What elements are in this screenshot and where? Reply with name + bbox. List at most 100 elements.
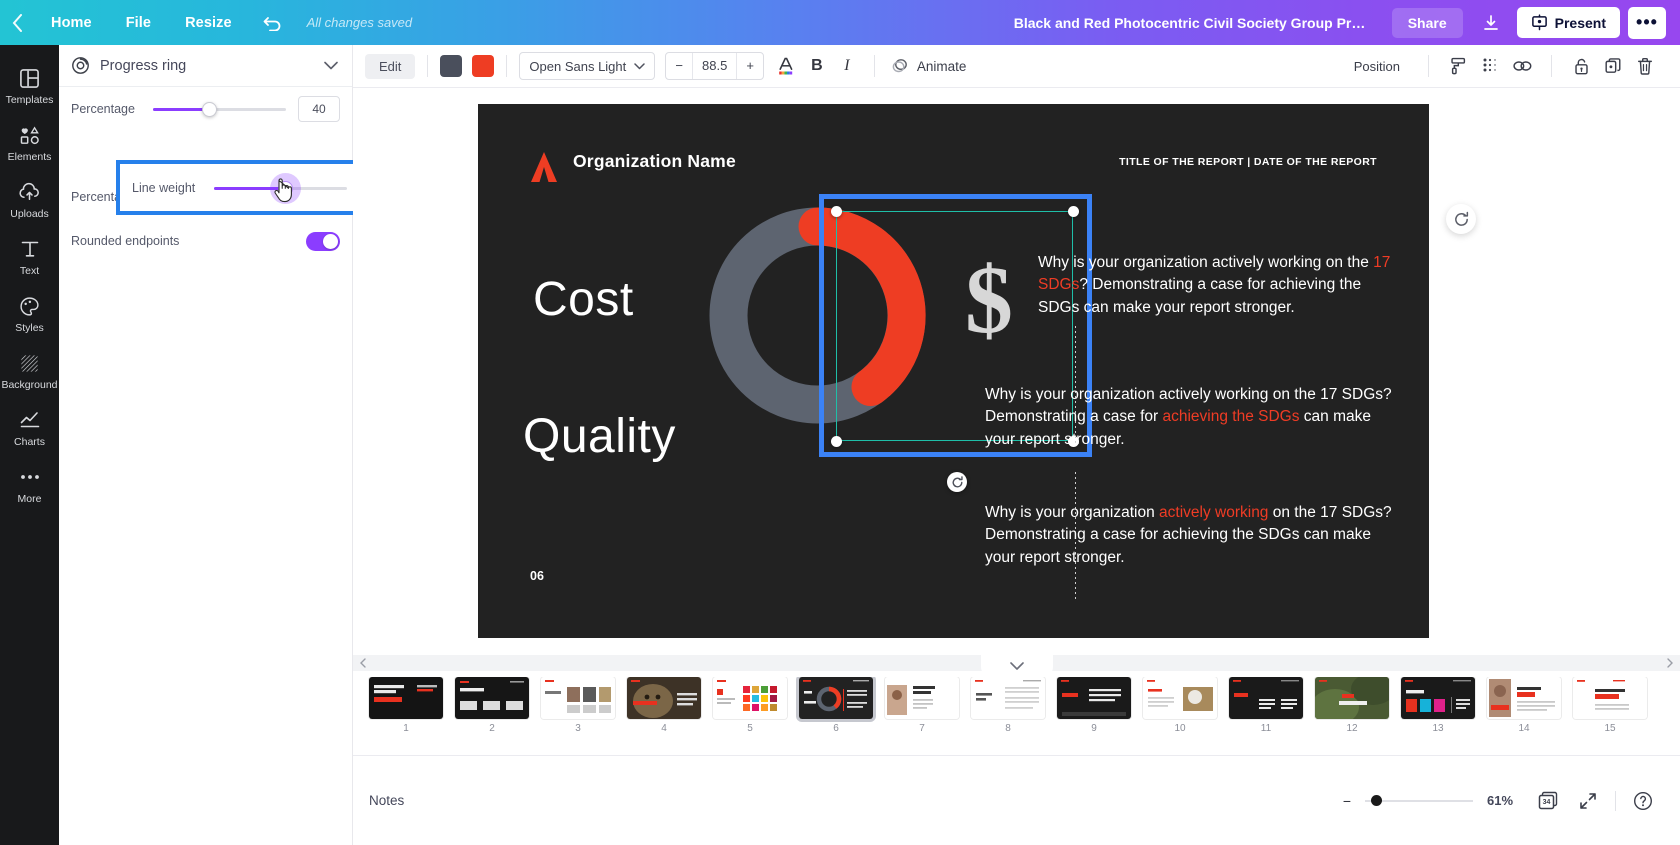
thumbnail-slide-14[interactable]: 14	[1483, 677, 1565, 734]
refresh-button[interactable]	[1446, 204, 1476, 234]
more-options-button[interactable]: •••	[1628, 6, 1666, 39]
zoom-slider-knob[interactable]	[1371, 794, 1382, 806]
undo-button[interactable]	[249, 0, 297, 45]
thumbnail-slide-7[interactable]: 7	[881, 677, 963, 734]
thumbnail-slide-5[interactable]: 5	[709, 677, 791, 734]
chevron-down-icon[interactable]	[324, 61, 338, 70]
collapse-strip-button[interactable]	[980, 655, 1053, 677]
text-block-3[interactable]: Why is your organization actively workin…	[985, 502, 1405, 569]
thumbnail-image[interactable]	[1057, 677, 1131, 719]
rail-label: Templates	[5, 94, 54, 106]
resize-handle-top-right[interactable]	[1068, 206, 1079, 217]
thumbnail-image[interactable]	[1229, 677, 1303, 719]
paint-roller-icon[interactable]	[1443, 51, 1473, 81]
percentage-slider[interactable]	[153, 100, 286, 118]
thumbnail-slide-15[interactable]: 15	[1569, 677, 1651, 734]
position-button[interactable]: Position	[1340, 59, 1414, 74]
thumbnail-image[interactable]	[1143, 677, 1217, 719]
thumbnail-image[interactable]	[799, 677, 873, 719]
help-question-icon[interactable]	[1630, 788, 1656, 814]
thumbnail-image[interactable]	[1315, 677, 1389, 719]
text-color-swatch[interactable]	[440, 55, 463, 77]
thumbnail-image[interactable]	[369, 677, 443, 719]
rail-item-styles[interactable]: Styles	[0, 285, 59, 342]
bold-button[interactable]: B	[802, 51, 832, 81]
page-count-icon[interactable]: 34	[1535, 788, 1561, 814]
thumbnail-slide-13[interactable]: 13	[1397, 677, 1479, 734]
font-size-stepper[interactable]: − 88.5 +	[665, 52, 764, 80]
cost-label[interactable]: Cost	[533, 272, 634, 327]
edit-button[interactable]: Edit	[365, 53, 416, 79]
share-button[interactable]: Share	[1391, 7, 1463, 38]
thumbnail-image[interactable]	[1401, 677, 1475, 719]
home-menu[interactable]: Home	[34, 0, 109, 45]
duplicate-icon[interactable]	[1598, 51, 1628, 81]
expand-arrows-icon[interactable]	[1575, 788, 1601, 814]
rail-item-charts[interactable]: Charts	[0, 399, 59, 456]
thumbnail-image[interactable]	[627, 677, 701, 719]
font-size-value[interactable]: 88.5	[692, 53, 738, 79]
text-color-A-icon[interactable]	[772, 51, 802, 81]
thumbnail-slide-8[interactable]: 8	[967, 677, 1049, 734]
rail-item-elements[interactable]: Elements	[0, 114, 59, 171]
slide-canvas[interactable]: Organization Name TITLE OF THE REPORT | …	[478, 104, 1429, 638]
italic-button[interactable]: I	[832, 51, 862, 81]
download-button[interactable]	[1471, 6, 1511, 40]
thumbnail-slide-3[interactable]: 3	[537, 677, 619, 734]
progress-ring-graphic[interactable]	[698, 196, 937, 435]
rail-item-uploads[interactable]: Uploads	[0, 171, 59, 228]
rail-item-background[interactable]: Background	[0, 342, 59, 399]
thumbnail-image[interactable]	[1487, 677, 1561, 719]
quality-label[interactable]: Quality	[523, 409, 676, 464]
animate-button[interactable]: Animate	[891, 57, 966, 75]
line-weight-slider[interactable]	[214, 179, 347, 197]
strip-scroll-right-icon[interactable]	[1666, 658, 1674, 668]
percentage-value[interactable]: 40	[298, 96, 340, 122]
document-title[interactable]: Black and Red Photocentric Civil Society…	[1014, 15, 1374, 31]
line-weight-slider-knob[interactable]	[277, 180, 293, 196]
charts-line-icon	[19, 408, 41, 432]
thumbnail-slide-9[interactable]: 9	[1053, 677, 1135, 734]
back-button[interactable]	[0, 0, 34, 45]
thumbnail-image[interactable]	[971, 677, 1045, 719]
present-button[interactable]: Present	[1516, 7, 1620, 38]
rail-item-templates[interactable]: Templates	[0, 57, 59, 114]
thumbnail-slide-11[interactable]: 11	[1225, 677, 1307, 734]
text-block-2[interactable]: Why is your organization actively workin…	[985, 384, 1405, 451]
thumbnail-slide-12[interactable]: 12	[1311, 677, 1393, 734]
thumbnail-slide-1[interactable]: 1	[365, 677, 447, 734]
rotate-handle-icon[interactable]	[947, 472, 967, 492]
thumbnail-slide-6[interactable]: 6	[795, 677, 877, 734]
font-size-increase[interactable]: +	[737, 53, 763, 79]
trash-icon[interactable]	[1630, 51, 1660, 81]
design-canvas-area: Organization Name TITLE OF THE REPORT | …	[353, 88, 1680, 704]
rail-item-text[interactable]: Text	[0, 228, 59, 285]
transparency-icon[interactable]	[1475, 51, 1505, 81]
strip-scroll-left-icon[interactable]	[359, 658, 367, 668]
zoom-out-button[interactable]: −	[1343, 793, 1351, 809]
resize-handle-top-left[interactable]	[831, 206, 842, 217]
thumbnail-number: 3	[575, 723, 581, 734]
thumbnail-image[interactable]	[885, 677, 959, 719]
fill-color-swatch[interactable]	[472, 55, 495, 77]
zoom-slider[interactable]	[1365, 794, 1473, 808]
thumbnail-image[interactable]	[1573, 677, 1647, 719]
font-size-decrease[interactable]: −	[666, 53, 692, 79]
thumbnail-slide-2[interactable]: 2	[451, 677, 533, 734]
notes-button[interactable]: Notes	[369, 793, 404, 808]
thumbnail-image[interactable]	[713, 677, 787, 719]
text-block-1[interactable]: Why is your organization actively workin…	[1038, 252, 1398, 319]
file-menu[interactable]: File	[109, 0, 168, 45]
rounded-endpoints-toggle[interactable]	[306, 231, 340, 251]
thumbnail-image[interactable]	[455, 677, 529, 719]
thumbnail-image[interactable]	[541, 677, 615, 719]
link-icon[interactable]	[1507, 51, 1537, 81]
rail-item-more[interactable]: More	[0, 456, 59, 513]
thumbnail-slide-4[interactable]: 4	[623, 677, 705, 734]
lock-icon[interactable]	[1566, 51, 1596, 81]
font-family-select[interactable]: Open Sans Light	[519, 52, 656, 80]
thumbnail-slide-10[interactable]: 10	[1139, 677, 1221, 734]
resize-menu[interactable]: Resize	[168, 0, 249, 45]
slider-knob[interactable]	[202, 102, 218, 117]
resize-handle-bottom-left[interactable]	[831, 436, 842, 447]
